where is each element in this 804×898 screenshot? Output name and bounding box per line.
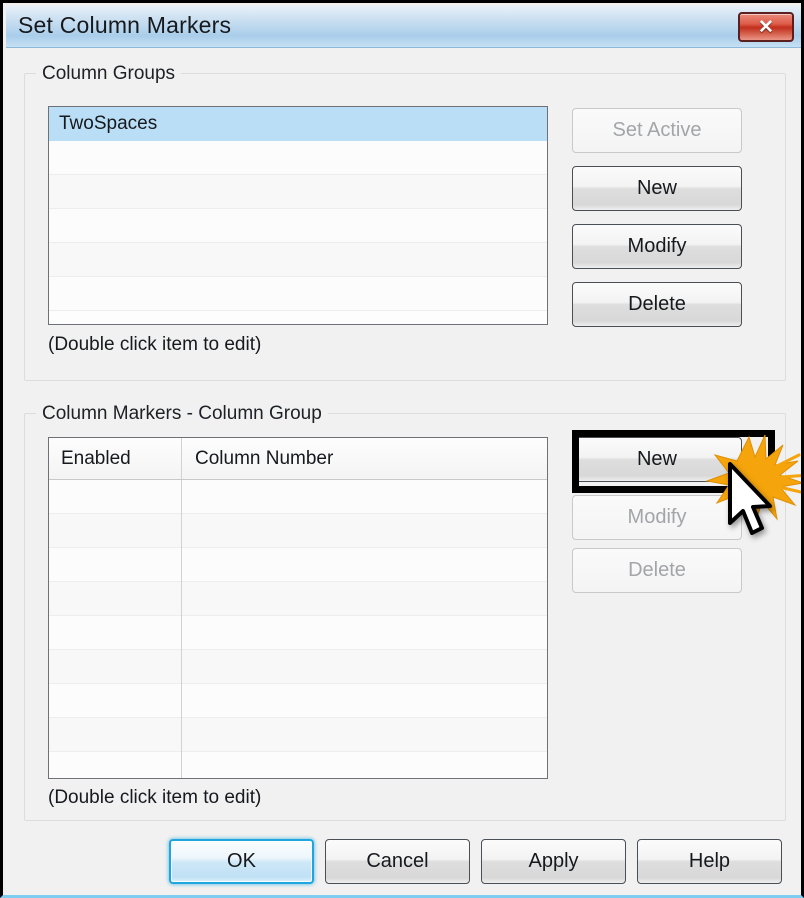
window-title: Set Column Markers xyxy=(18,12,232,38)
column-groups-listbox[interactable]: TwoSpaces xyxy=(48,106,548,325)
table-row[interactable] xyxy=(49,752,547,778)
close-icon: ✕ xyxy=(758,16,774,38)
cancel-button[interactable]: Cancel xyxy=(325,839,470,884)
column-markers-modify-button-label: Modify xyxy=(627,506,687,528)
column-markers-new-button[interactable]: New xyxy=(572,437,742,482)
table-row[interactable] xyxy=(49,718,547,752)
apply-button-label: Apply xyxy=(528,850,579,872)
table-row[interactable] xyxy=(49,684,547,718)
grid-body xyxy=(49,480,547,778)
table-row[interactable] xyxy=(49,514,547,548)
grid-column-divider[interactable] xyxy=(181,438,182,479)
column-markers-hint: (Double click item to edit) xyxy=(48,787,262,808)
list-item[interactable] xyxy=(49,209,547,243)
column-groups-new-button-label: New xyxy=(636,177,677,199)
column-markers-delete-button[interactable]: Delete xyxy=(572,548,742,593)
column-groups-legend: Column Groups xyxy=(36,63,182,85)
list-item[interactable] xyxy=(49,141,547,175)
table-row[interactable] xyxy=(49,616,547,650)
column-markers-legend: Column Markers - Column Group xyxy=(36,403,328,425)
set-column-markers-dialog: Set Column Markers ✕ Column Groups TwoSp… xyxy=(0,0,804,898)
column-markers-grid[interactable]: Enabled Column Number xyxy=(48,437,548,779)
title-bar[interactable]: Set Column Markers ✕ xyxy=(6,6,801,48)
list-item-label: TwoSpaces xyxy=(59,113,158,134)
ok-button-label: OK xyxy=(227,850,256,872)
column-groups-delete-button[interactable]: Delete xyxy=(572,282,742,327)
list-item[interactable] xyxy=(49,277,547,311)
dialog-client-area: Column Groups TwoSpaces (Double click it… xyxy=(6,49,801,895)
column-groups-hint: (Double click item to edit) xyxy=(48,334,262,355)
list-item[interactable] xyxy=(49,175,547,209)
help-button-label: Help xyxy=(688,850,731,872)
column-groups-modify-button[interactable]: Modify xyxy=(572,224,742,269)
list-item[interactable]: TwoSpaces xyxy=(49,107,547,141)
grid-body-divider xyxy=(181,480,182,778)
set-active-button-label: Set Active xyxy=(612,119,702,141)
column-markers-delete-button-label: Delete xyxy=(628,559,686,581)
column-groups-new-button[interactable]: New xyxy=(572,166,742,211)
set-active-button[interactable]: Set Active xyxy=(572,108,742,153)
grid-header-enabled[interactable]: Enabled xyxy=(61,438,131,480)
column-groups-delete-button-label: Delete xyxy=(628,293,686,315)
column-markers-modify-button[interactable]: Modify xyxy=(572,495,742,540)
grid-header-row: Enabled Column Number xyxy=(49,438,547,480)
table-row[interactable] xyxy=(49,548,547,582)
close-button[interactable]: ✕ xyxy=(738,12,794,42)
table-row[interactable] xyxy=(49,582,547,616)
ok-button[interactable]: OK xyxy=(169,839,314,884)
list-item[interactable] xyxy=(49,243,547,277)
apply-button[interactable]: Apply xyxy=(481,839,626,884)
column-markers-new-button-label: New xyxy=(636,448,677,470)
cancel-button-label: Cancel xyxy=(366,850,429,872)
grid-header-column-number[interactable]: Column Number xyxy=(195,438,333,480)
column-groups-modify-button-label: Modify xyxy=(627,235,687,257)
table-row[interactable] xyxy=(49,480,547,514)
help-button[interactable]: Help xyxy=(637,839,782,884)
table-row[interactable] xyxy=(49,650,547,684)
